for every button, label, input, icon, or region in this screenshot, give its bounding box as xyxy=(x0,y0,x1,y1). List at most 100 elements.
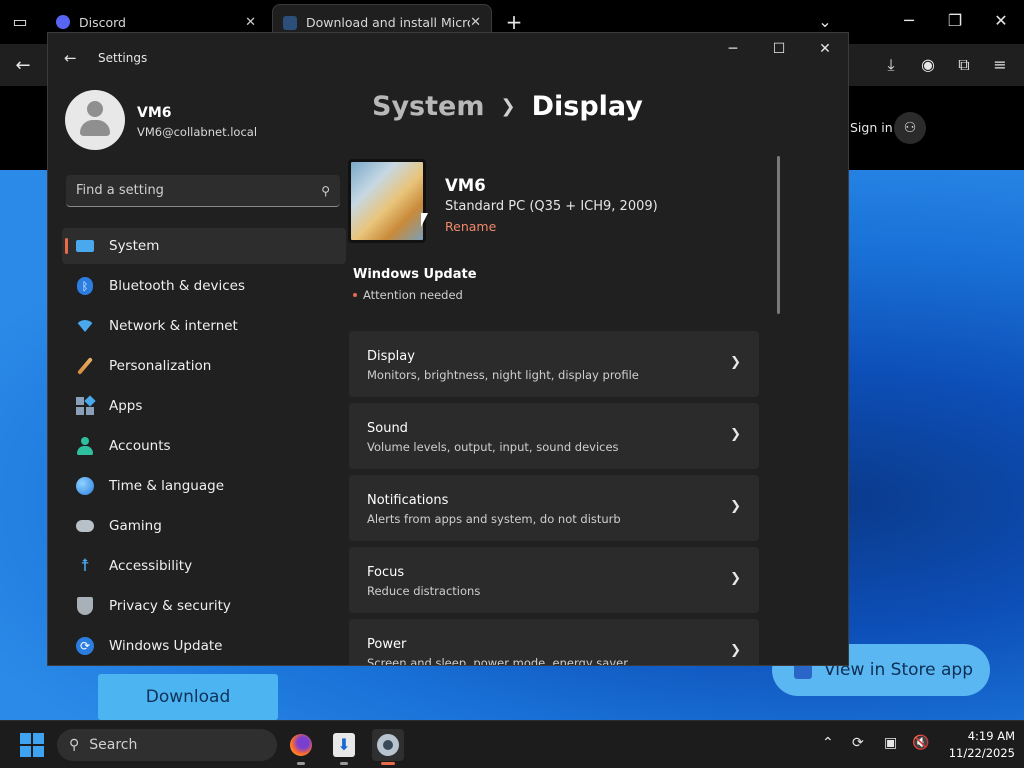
minimize-browser-icon[interactable]: ─ xyxy=(896,11,922,30)
sidebar-item-label: System xyxy=(109,238,160,254)
search-icon: ⚲ xyxy=(69,737,80,753)
globe-clock-icon xyxy=(76,477,94,495)
sync-icon[interactable]: ⟳ xyxy=(852,735,864,751)
chevron-right-icon: ❯ xyxy=(730,427,741,442)
settings-card-list: Display Monitors, brightness, night ligh… xyxy=(349,331,759,666)
card-title: Power xyxy=(367,637,407,652)
taskbar-search[interactable]: ⚲ Search xyxy=(57,729,277,761)
sign-in-person-icon[interactable]: ⚇ xyxy=(894,112,926,144)
card-title: Display xyxy=(367,349,415,364)
card-display[interactable]: Display Monitors, brightness, night ligh… xyxy=(349,331,759,397)
sidebar-item-label: Windows Update xyxy=(109,638,223,654)
sidebar-item-system[interactable]: System xyxy=(62,228,346,264)
device-name: VM6 xyxy=(445,176,486,195)
tab-list-chevron-icon[interactable]: ⌄ xyxy=(812,12,838,31)
breadcrumb-parent[interactable]: System xyxy=(372,91,484,122)
start-button[interactable] xyxy=(20,733,44,757)
account-icon[interactable]: ◉ xyxy=(915,55,941,74)
download-installer-icon: ⬇ xyxy=(333,733,355,757)
taskbar-store-installer[interactable]: ⬇ xyxy=(328,729,360,765)
sidebar-item-privacy[interactable]: Privacy & security xyxy=(62,588,346,624)
gamepad-icon xyxy=(76,517,94,535)
update-icon: ⟳ xyxy=(76,637,94,655)
search-icon[interactable]: ⚲ xyxy=(321,184,330,198)
apps-icon xyxy=(76,395,96,415)
sidebar-item-label: Apps xyxy=(109,398,143,414)
settings-nav: System ᛒ Bluetooth & devices Network & i… xyxy=(62,228,346,665)
settings-title-bar: ← Settings ─ ☐ ✕ xyxy=(48,33,848,83)
bluetooth-icon: ᛒ xyxy=(76,277,94,295)
sidebar-item-label: Accounts xyxy=(109,438,171,454)
clock-date[interactable]: 11/22/2025 xyxy=(935,746,1015,760)
sidebar-item-label: Gaming xyxy=(109,518,162,534)
taskbar: ⚲ Search ⬇ ⌃ ⟳ ▣ 🔇 4:19 AM 11/22/2025 xyxy=(0,720,1024,768)
download-button[interactable]: Download xyxy=(98,674,278,720)
new-tab-button[interactable]: + xyxy=(501,10,527,34)
taskbar-firefox[interactable] xyxy=(285,729,317,765)
profile-avatar[interactable] xyxy=(65,90,125,150)
sidebar-item-network[interactable]: Network & internet xyxy=(62,308,346,344)
network-icon[interactable]: ▣ xyxy=(884,735,897,751)
content-scrollbar[interactable] xyxy=(777,156,780,314)
card-subtitle: Volume levels, output, input, sound devi… xyxy=(367,440,619,454)
profile-name: VM6 xyxy=(137,105,172,121)
browser-back-icon[interactable]: ← xyxy=(10,55,36,76)
menu-icon[interactable]: ≡ xyxy=(987,55,1013,74)
chevron-right-icon: ❯ xyxy=(730,499,741,514)
sidebar-item-accounts[interactable]: Accounts xyxy=(62,428,346,464)
sidebar-item-label: Time & language xyxy=(109,478,225,494)
sidebar-item-label: Personalization xyxy=(109,358,212,374)
sidebar-item-accessibility[interactable]: ☨ Accessibility xyxy=(62,548,346,584)
settings-back-icon[interactable]: ← xyxy=(64,49,77,67)
maximize-icon[interactable]: ☐ xyxy=(759,41,799,57)
restore-browser-icon[interactable]: ❐ xyxy=(942,11,968,30)
person-icon xyxy=(76,437,94,455)
card-power[interactable]: Power Screen and sleep, power mode, ener… xyxy=(349,619,759,666)
accessibility-icon: ☨ xyxy=(80,556,90,576)
clock-time[interactable]: 4:19 AM xyxy=(945,729,1015,743)
wifi-icon xyxy=(75,317,95,335)
sidebar-item-personalization[interactable]: Personalization xyxy=(62,348,346,384)
device-wallpaper-thumbnail[interactable] xyxy=(348,159,426,243)
settings-search-box[interactable]: ⚲ xyxy=(66,175,340,207)
close-tab-icon[interactable]: ✕ xyxy=(245,15,256,30)
card-title: Sound xyxy=(367,421,408,436)
gear-icon xyxy=(377,734,399,756)
mouse-cursor xyxy=(421,213,428,227)
downloads-icon[interactable]: ⤓ xyxy=(878,55,904,75)
close-icon[interactable]: ✕ xyxy=(805,41,845,57)
close-tab-icon[interactable]: ✕ xyxy=(470,15,481,30)
sidebar-item-windows-update[interactable]: ⟳ Windows Update xyxy=(62,628,346,664)
tray-overflow-chevron-icon[interactable]: ⌃ xyxy=(822,735,834,751)
extensions-icon[interactable]: ⧉ xyxy=(951,55,977,75)
sign-in-link[interactable]: Sign in xyxy=(850,120,893,135)
tab-title: Discord xyxy=(79,14,126,30)
shield-icon xyxy=(76,597,94,615)
sidebar-item-label: Accessibility xyxy=(109,558,193,574)
card-focus[interactable]: Focus Reduce distractions ❯ xyxy=(349,547,759,613)
card-title: Notifications xyxy=(367,493,449,508)
profile-email: VM6@collabnet.local xyxy=(137,125,258,139)
sidebar-item-time-language[interactable]: Time & language xyxy=(62,468,346,504)
sidebar-item-apps[interactable]: Apps xyxy=(62,388,346,424)
taskbar-settings[interactable] xyxy=(372,729,404,765)
chevron-right-icon: ❯ xyxy=(500,96,516,117)
microsoft-store-icon xyxy=(283,15,297,30)
device-model: Standard PC (Q35 + ICH9, 2009) xyxy=(445,199,658,214)
card-sound[interactable]: Sound Volume levels, output, input, soun… xyxy=(349,403,759,469)
close-browser-icon[interactable]: ✕ xyxy=(988,11,1014,30)
sidebar-item-bluetooth[interactable]: ᛒ Bluetooth & devices xyxy=(62,268,346,304)
warning-dot-icon xyxy=(353,293,357,297)
search-input[interactable] xyxy=(76,183,322,198)
card-notifications[interactable]: Notifications Alerts from apps and syste… xyxy=(349,475,759,541)
windows-update-title[interactable]: Windows Update xyxy=(353,267,477,282)
sidebar-item-gaming[interactable]: Gaming xyxy=(62,508,346,544)
breadcrumb: System ❯ Display xyxy=(372,91,643,122)
minimize-icon[interactable]: ─ xyxy=(713,41,753,57)
volume-muted-icon[interactable]: 🔇 xyxy=(912,735,929,751)
card-subtitle: Screen and sleep, power mode, energy sav… xyxy=(367,656,628,666)
tab-overview-icon[interactable]: ▭ xyxy=(7,12,33,31)
tab-title: Download and install Microsoft xyxy=(306,15,470,30)
rename-link[interactable]: Rename xyxy=(445,219,496,234)
card-title: Focus xyxy=(367,565,405,580)
